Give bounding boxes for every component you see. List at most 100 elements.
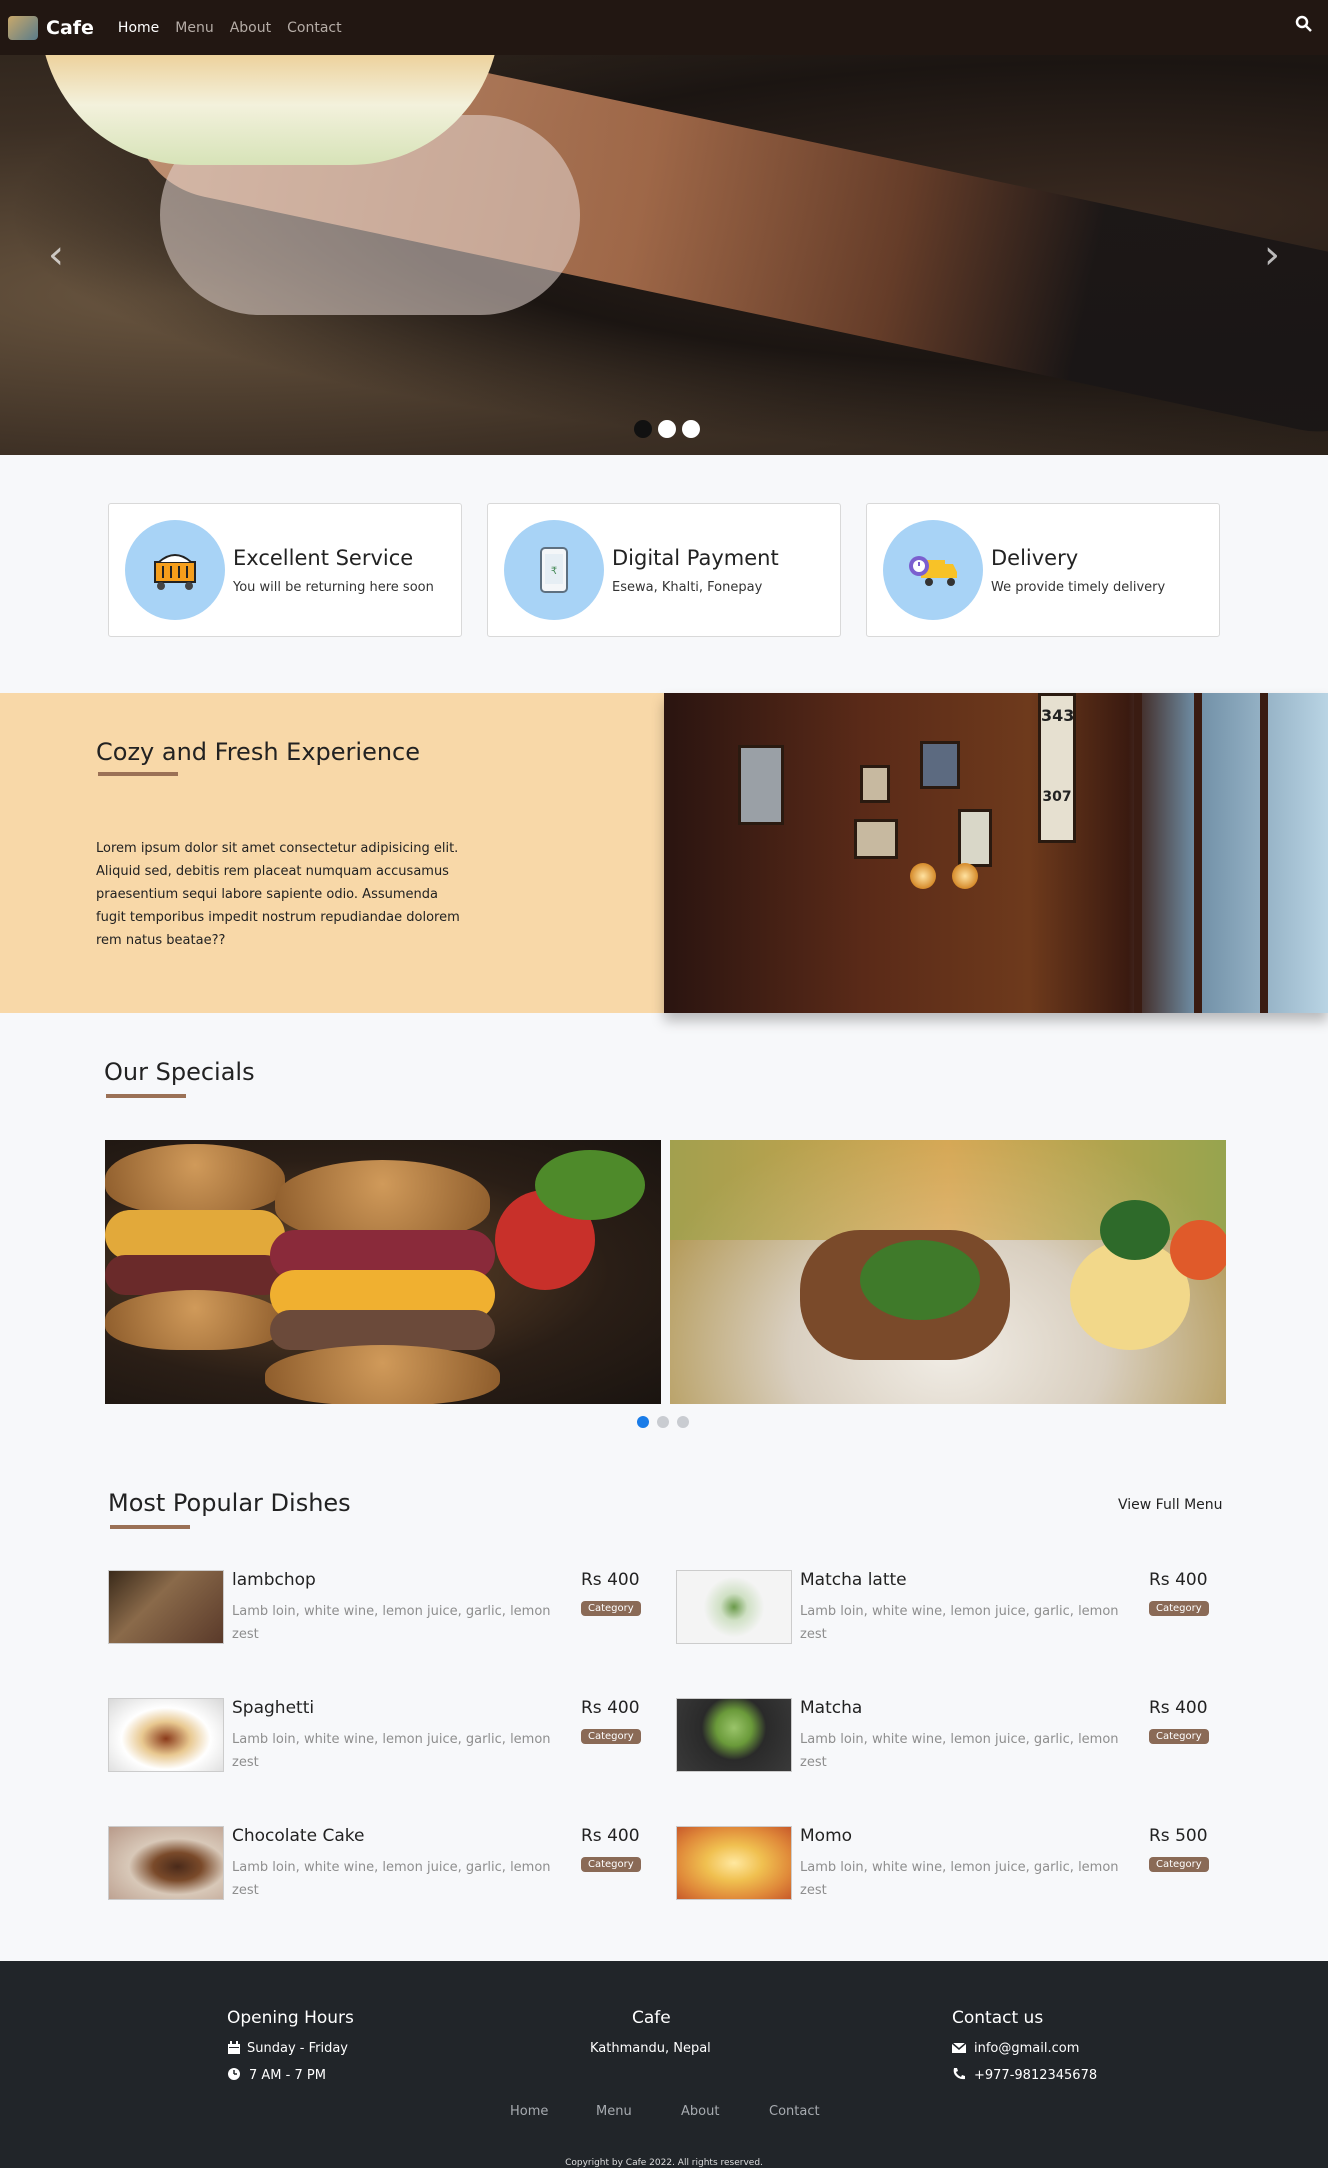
cozy-description: Lorem ipsum dolor sit amet consectetur a… xyxy=(96,841,460,948)
dish-description: Lamb loin, white wine, lemon juice, garl… xyxy=(800,1732,1119,1770)
dish-image xyxy=(676,1570,792,1644)
feature-title: Digital Payment xyxy=(612,545,779,570)
mobile-payment-icon: ₹ xyxy=(540,547,568,593)
feature-desc: Esewa, Khalti, Fonepay xyxy=(612,579,763,595)
copyright-text: Copyright by Cafe 2022. All rights reser… xyxy=(565,2158,763,2168)
dish-name: Matcha xyxy=(800,1698,863,1718)
popular-title: Most Popular Dishes xyxy=(108,1489,351,1517)
dish-category-badge: Category xyxy=(1149,1857,1209,1872)
search-icon[interactable] xyxy=(1294,14,1314,34)
dish-image xyxy=(676,1826,792,1900)
dish-category-badge: Category xyxy=(581,1729,641,1744)
dish-item-matcha[interactable]: Matcha Lamb loin, white wine, lemon juic… xyxy=(676,1698,1209,1788)
footer-contact-title: Contact us xyxy=(952,2008,1044,2028)
dish-item-lambchop[interactable]: lambchop Lamb loin, white wine, lemon ju… xyxy=(108,1570,641,1660)
dish-name: Matcha latte xyxy=(800,1570,907,1590)
feature-card-service: Excellent Service You will be returning … xyxy=(108,503,462,637)
dish-price: Rs 400 xyxy=(1149,1698,1208,1718)
dish-price: Rs 400 xyxy=(581,1570,640,1590)
dish-name: Chocolate Cake xyxy=(232,1826,365,1846)
cozy-section: Cozy and Fresh Experience Lorem ipsum do… xyxy=(0,693,664,1013)
dish-category-badge: Category xyxy=(1149,1601,1209,1616)
nav-link-menu[interactable]: Menu xyxy=(175,20,213,36)
feature-icon-circle xyxy=(125,520,225,620)
special-image-lamb-plate xyxy=(670,1140,1226,1404)
nav-link-home[interactable]: Home xyxy=(118,20,159,36)
dish-description: Lamb loin, white wine, lemon juice, garl… xyxy=(800,1604,1119,1642)
title-underline xyxy=(110,1525,190,1529)
special-image-burger xyxy=(105,1140,661,1404)
nav-link-contact[interactable]: Contact xyxy=(287,20,341,36)
hero-indicator-1[interactable] xyxy=(634,420,652,438)
footer-days: Sunday - Friday xyxy=(247,2041,348,2056)
hero-carousel: ‹ › xyxy=(0,55,1328,455)
feature-title: Excellent Service xyxy=(233,545,414,570)
specials-title: Our Specials xyxy=(104,1058,255,1086)
footer-link-about[interactable]: About xyxy=(681,2104,719,2119)
specials-indicator-1[interactable] xyxy=(637,1416,649,1428)
dish-category-badge: Category xyxy=(1149,1729,1209,1744)
nav-link-about[interactable]: About xyxy=(230,20,271,36)
navbar: Cafe Home Menu About Contact xyxy=(0,0,1328,55)
dish-description: Lamb loin, white wine, lemon juice, garl… xyxy=(232,1860,551,1898)
dish-item-momo[interactable]: Momo Lamb loin, white wine, lemon juice,… xyxy=(676,1826,1209,1916)
cafe-interior-image: 343 307 xyxy=(664,693,1328,1013)
footer-email[interactable]: info@gmail.com xyxy=(974,2041,1079,2056)
dish-description: Lamb loin, white wine, lemon juice, garl… xyxy=(232,1732,551,1770)
footer-link-menu[interactable]: Menu xyxy=(596,2104,632,2119)
footer-location: Kathmandu, Nepal xyxy=(590,2041,711,2056)
footer-hours-title: Opening Hours xyxy=(227,2008,354,2028)
feature-desc: We provide timely delivery xyxy=(991,579,1166,595)
dish-name: lambchop xyxy=(232,1570,316,1590)
feature-title: Delivery xyxy=(991,545,1079,570)
cafe-logo[interactable] xyxy=(8,15,38,40)
dish-image xyxy=(108,1698,224,1772)
poster-number-343: 343 xyxy=(1041,706,1075,725)
poster-number-307: 307 xyxy=(1042,789,1072,805)
cozy-title: Cozy and Fresh Experience xyxy=(96,738,420,766)
feature-icon-circle: ₹ xyxy=(504,520,604,620)
carousel-next-icon[interactable]: › xyxy=(1260,235,1284,275)
dish-price: Rs 500 xyxy=(1149,1826,1208,1846)
title-underline xyxy=(98,772,178,776)
footer-link-home[interactable]: Home xyxy=(510,2104,548,2119)
dish-item-spaghetti[interactable]: Spaghetti Lamb loin, white wine, lemon j… xyxy=(108,1698,641,1788)
brand-name[interactable]: Cafe xyxy=(46,17,94,39)
dish-category-badge: Category xyxy=(581,1601,641,1616)
specials-indicator-2[interactable] xyxy=(657,1416,669,1428)
carousel-prev-icon[interactable]: ‹ xyxy=(44,235,68,275)
feature-card-delivery: Delivery We provide timely delivery xyxy=(866,503,1220,637)
dish-image xyxy=(108,1570,224,1644)
dish-name: Spaghetti xyxy=(232,1698,315,1718)
feature-desc: You will be returning here soon xyxy=(233,579,434,595)
dish-description: Lamb loin, white wine, lemon juice, garl… xyxy=(800,1860,1119,1898)
dish-price: Rs 400 xyxy=(581,1826,640,1846)
clock-icon xyxy=(228,2068,240,2080)
dish-item-matcha-latte[interactable]: Matcha latte Lamb loin, white wine, lemo… xyxy=(676,1570,1209,1660)
hero-carousel-indicators xyxy=(634,420,700,438)
hero-indicator-3[interactable] xyxy=(682,420,700,438)
footer: Opening Hours Sunday - Friday 7 AM - 7 P… xyxy=(0,1961,1328,2168)
envelope-icon xyxy=(952,2042,966,2053)
dish-image xyxy=(108,1826,224,1900)
food-cart-icon xyxy=(154,554,196,590)
feature-card-payment: ₹ Digital Payment Esewa, Khalti, Fonepay xyxy=(487,503,841,637)
svg-text:₹: ₹ xyxy=(551,566,557,577)
dish-item-chocolate-cake[interactable]: Chocolate Cake Lamb loin, white wine, le… xyxy=(108,1826,641,1916)
hero-indicator-2[interactable] xyxy=(658,420,676,438)
footer-phone[interactable]: +977-9812345678 xyxy=(974,2068,1097,2083)
dish-name: Momo xyxy=(800,1826,853,1846)
calendar-icon xyxy=(228,2041,240,2054)
footer-cafe-title: Cafe xyxy=(632,2008,671,2028)
title-underline xyxy=(106,1094,186,1098)
feature-icon-circle xyxy=(883,520,983,620)
footer-link-contact[interactable]: Contact xyxy=(769,2104,820,2119)
dish-image xyxy=(676,1698,792,1772)
dish-description: Lamb loin, white wine, lemon juice, garl… xyxy=(232,1604,551,1642)
dish-price: Rs 400 xyxy=(1149,1570,1208,1590)
specials-indicator-3[interactable] xyxy=(677,1416,689,1428)
delivery-truck-icon xyxy=(909,556,957,586)
dish-category-badge: Category xyxy=(581,1857,641,1872)
specials-carousel-indicators xyxy=(637,1416,689,1428)
view-full-menu-link[interactable]: View Full Menu xyxy=(1118,1497,1223,1513)
